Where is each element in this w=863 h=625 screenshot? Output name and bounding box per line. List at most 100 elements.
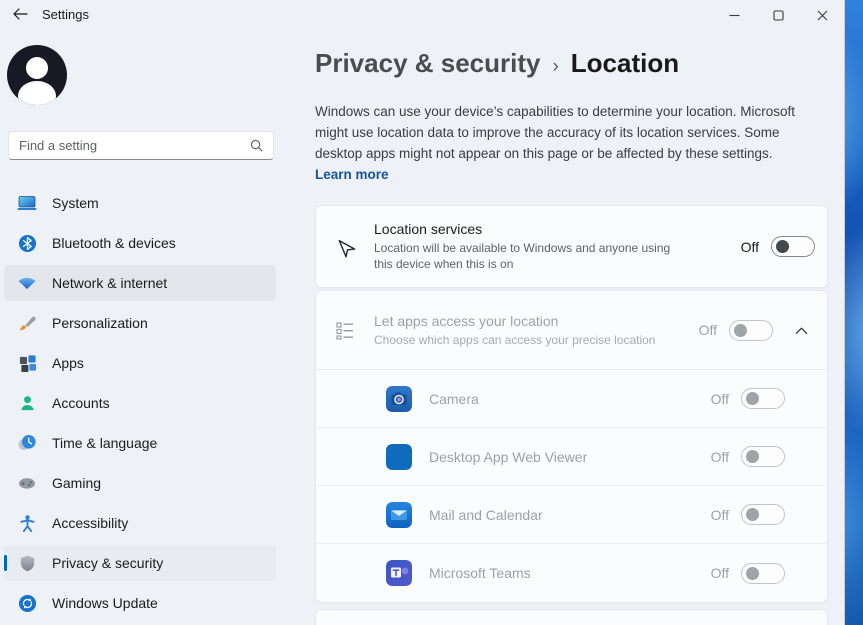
sidebar-item-label: Windows Update bbox=[52, 595, 158, 611]
desktop-app-web-viewer-icon bbox=[386, 444, 412, 470]
chevron-up-icon bbox=[795, 326, 808, 335]
minimize-button[interactable] bbox=[712, 0, 756, 30]
learn-more-link[interactable]: Learn more bbox=[315, 164, 389, 185]
selection-indicator bbox=[4, 555, 7, 571]
window-controls bbox=[712, 0, 844, 30]
desktop-wallpaper bbox=[845, 0, 863, 625]
app-row-desktop-app-web-viewer: Desktop App Web Viewer Off bbox=[316, 428, 827, 486]
clock-globe-icon bbox=[17, 433, 37, 453]
setting-title: Location services bbox=[374, 221, 731, 237]
setting-title: Let apps access your location bbox=[374, 313, 689, 329]
sidebar-item-label: Accessibility bbox=[52, 515, 128, 531]
mail-and-calendar-toggle bbox=[741, 504, 785, 525]
system-icon bbox=[17, 193, 37, 213]
maximize-button[interactable] bbox=[756, 0, 800, 30]
user-silhouette-icon bbox=[7, 45, 67, 105]
minimize-icon bbox=[729, 10, 740, 21]
next-setting-card bbox=[315, 609, 828, 625]
back-button[interactable] bbox=[6, 2, 34, 26]
page-title: Location bbox=[571, 48, 679, 79]
location-arrow-icon bbox=[316, 236, 374, 258]
collapse-button[interactable] bbox=[787, 326, 815, 335]
breadcrumb-separator-icon: › bbox=[552, 56, 558, 78]
titlebar: Settings bbox=[0, 0, 844, 30]
sidebar-item-bluetooth-devices[interactable]: Bluetooth & devices bbox=[4, 225, 276, 261]
search-icon bbox=[250, 139, 263, 152]
apps-access-toggle bbox=[729, 320, 773, 341]
sidebar-item-label: Apps bbox=[52, 355, 84, 371]
sidebar-item-label: System bbox=[52, 195, 99, 211]
sidebar-item-label: Personalization bbox=[52, 315, 148, 331]
apps-access-header[interactable]: Let apps access your location Choose whi… bbox=[316, 291, 827, 370]
mail-app-icon bbox=[386, 502, 412, 528]
microsoft-teams-toggle bbox=[741, 563, 785, 584]
sidebar-item-windows-update[interactable]: Windows Update bbox=[4, 585, 276, 621]
toggle-state-label: Off bbox=[741, 239, 759, 255]
sidebar-item-network-internet[interactable]: Network & internet bbox=[4, 265, 276, 301]
toggle-knob bbox=[746, 508, 759, 521]
sidebar-item-label: Privacy & security bbox=[52, 555, 163, 571]
sidebar-item-apps[interactable]: Apps bbox=[4, 345, 276, 381]
sidebar-item-accounts[interactable]: Accounts bbox=[4, 385, 276, 421]
desktop-app-web-viewer-toggle bbox=[741, 446, 785, 467]
sidebar-item-system[interactable]: System bbox=[4, 185, 276, 221]
close-icon bbox=[817, 10, 828, 21]
teams-app-icon bbox=[386, 560, 412, 586]
setting-subtitle: Choose which apps can access your precis… bbox=[374, 332, 684, 348]
search-box bbox=[8, 131, 274, 160]
setting-subtitle: Location will be available to Windows an… bbox=[374, 240, 684, 272]
toggle-knob bbox=[776, 240, 789, 253]
bluetooth-icon bbox=[17, 233, 37, 253]
toggle-state-label: Off bbox=[711, 507, 729, 523]
sidebar-item-accessibility[interactable]: Accessibility bbox=[4, 505, 276, 541]
apps-access-card: Let apps access your location Choose whi… bbox=[315, 290, 828, 603]
toggle-knob bbox=[746, 450, 759, 463]
app-name: Mail and Calendar bbox=[429, 507, 711, 523]
wifi-icon bbox=[17, 273, 37, 293]
breadcrumb-parent[interactable]: Privacy & security bbox=[315, 48, 540, 79]
sidebar-item-label: Time & language bbox=[52, 435, 157, 451]
app-row-mail-and-calendar: Mail and Calendar Off bbox=[316, 486, 827, 544]
sidebar-item-label: Network & internet bbox=[52, 275, 167, 291]
sidebar-item-label: Bluetooth & devices bbox=[52, 235, 176, 251]
location-services-card: Location services Location will be avail… bbox=[315, 205, 828, 288]
page-description: Windows can use your device’s capabiliti… bbox=[315, 101, 828, 185]
toggle-knob bbox=[734, 324, 747, 337]
back-arrow-icon bbox=[13, 8, 28, 20]
sync-arrows-icon bbox=[17, 593, 37, 613]
camera-app-icon bbox=[386, 386, 412, 412]
app-name: Microsoft Teams bbox=[429, 565, 711, 581]
breadcrumb: Privacy & security › Location bbox=[315, 48, 828, 79]
avatar[interactable] bbox=[7, 45, 67, 105]
toggle-knob bbox=[746, 567, 759, 580]
close-button[interactable] bbox=[800, 0, 844, 30]
accessibility-person-icon bbox=[17, 513, 37, 533]
game-controller-icon bbox=[17, 473, 37, 493]
camera-toggle bbox=[741, 388, 785, 409]
toggle-knob bbox=[746, 392, 759, 405]
toggle-state-label: Off bbox=[711, 449, 729, 465]
apps-grid-icon bbox=[17, 353, 37, 373]
sidebar-item-gaming[interactable]: Gaming bbox=[4, 465, 276, 501]
sidebar-nav: System Bluetooth & devices Network & int… bbox=[4, 185, 276, 625]
main-content: Privacy & security › Location Windows ca… bbox=[315, 30, 828, 625]
app-list-icon bbox=[316, 320, 374, 340]
app-name: Camera bbox=[429, 391, 711, 407]
maximize-icon bbox=[773, 10, 784, 21]
sidebar-item-time-language[interactable]: Time & language bbox=[4, 425, 276, 461]
app-name: Desktop App Web Viewer bbox=[429, 449, 711, 465]
toggle-state-label: Off bbox=[711, 565, 729, 581]
sidebar-item-personalization[interactable]: Personalization bbox=[4, 305, 276, 341]
toggle-state-label: Off bbox=[699, 322, 717, 338]
description-text: Windows can use your device’s capabiliti… bbox=[315, 104, 795, 161]
location-services-toggle[interactable] bbox=[771, 236, 815, 257]
app-row-camera: Camera Off bbox=[316, 370, 827, 428]
app-row-microsoft-teams: Microsoft Teams Off bbox=[316, 544, 827, 602]
toggle-state-label: Off bbox=[711, 391, 729, 407]
sidebar-item-privacy-security[interactable]: Privacy & security bbox=[4, 545, 276, 581]
sidebar-item-label: Gaming bbox=[52, 475, 101, 491]
settings-window: Settings bbox=[0, 0, 845, 625]
search-input[interactable] bbox=[19, 138, 250, 153]
sidebar-item-label: Accounts bbox=[52, 395, 110, 411]
shield-icon bbox=[17, 553, 37, 573]
